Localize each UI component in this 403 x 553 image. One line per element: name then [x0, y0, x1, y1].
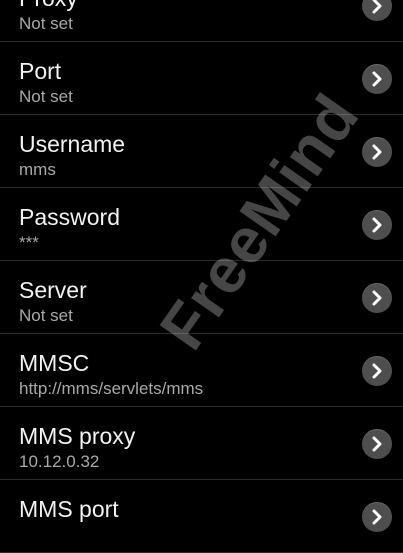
setting-row-server[interactable]: Server Not set	[0, 261, 403, 334]
setting-title: Server	[19, 277, 87, 303]
chevron-right-icon[interactable]	[362, 502, 392, 532]
chevron-right-icon[interactable]	[362, 64, 392, 94]
setting-title: Username	[19, 131, 126, 157]
setting-value: Not set	[19, 87, 73, 106]
setting-value: mms	[19, 160, 56, 179]
setting-row-proxy[interactable]: Proxy Not set	[0, 0, 403, 42]
setting-row-port[interactable]: Port Not set	[0, 42, 403, 115]
setting-value: Not set	[19, 14, 73, 33]
chevron-right-icon[interactable]	[362, 0, 392, 21]
chevron-right-icon[interactable]	[362, 429, 392, 459]
chevron-right-icon[interactable]	[362, 137, 392, 167]
apn-settings-list: Proxy Not set Port Not set Username mms …	[0, 0, 403, 553]
setting-row-mms-port[interactable]: MMS port	[0, 480, 403, 553]
setting-row-mms-proxy[interactable]: MMS proxy 10.12.0.32	[0, 407, 403, 480]
setting-value: ***	[19, 233, 39, 252]
setting-title: MMS port	[19, 496, 119, 522]
setting-value: http://mms/servlets/mms	[19, 379, 204, 398]
setting-title: Proxy	[19, 0, 78, 11]
chevron-right-icon[interactable]	[362, 356, 392, 386]
setting-title: MMSC	[19, 350, 90, 376]
setting-title: Port	[19, 58, 62, 84]
chevron-right-icon[interactable]	[362, 210, 392, 240]
chevron-right-icon[interactable]	[362, 283, 392, 313]
setting-title: Password	[19, 204, 120, 230]
setting-row-username[interactable]: Username mms	[0, 115, 403, 188]
setting-value: 10.12.0.32	[19, 452, 100, 471]
setting-row-password[interactable]: Password ***	[0, 188, 403, 261]
setting-row-mmsc[interactable]: MMSC http://mms/servlets/mms	[0, 334, 403, 407]
setting-title: MMS proxy	[19, 423, 136, 449]
setting-value: Not set	[19, 306, 73, 325]
